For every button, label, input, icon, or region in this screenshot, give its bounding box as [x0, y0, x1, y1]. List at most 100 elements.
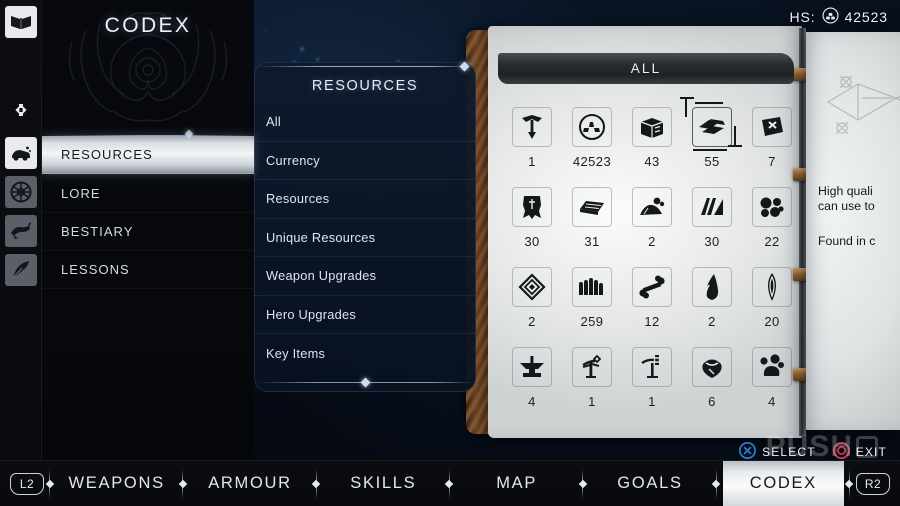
- grid-item[interactable]: 6: [682, 340, 742, 420]
- tab-label: ARMOUR: [208, 474, 292, 492]
- charm-totem-icon: [578, 353, 606, 381]
- grid-item[interactable]: 7: [742, 100, 802, 180]
- ore-pile-icon: [638, 196, 666, 218]
- item-icon-box: [752, 267, 792, 307]
- grid-item[interactable]: 4: [742, 340, 802, 420]
- subcategory-header: RESOURCES: [311, 78, 419, 94]
- item-icon-box: [512, 347, 552, 387]
- grid-item[interactable]: 4: [502, 340, 562, 420]
- item-icon-box: [692, 107, 732, 147]
- grid-item[interactable]: 1: [622, 340, 682, 420]
- grid-item[interactable]: 2: [682, 260, 742, 340]
- rail-item-codex[interactable]: [5, 6, 37, 38]
- subcategory-item-hero-upgrades[interactable]: Hero Upgrades: [254, 296, 476, 334]
- item-quantity: 1: [588, 394, 596, 409]
- grid-item[interactable]: 259: [562, 260, 622, 340]
- hs-counter: HS: 42523: [790, 7, 888, 27]
- item-quantity: 7: [768, 154, 776, 169]
- grid-item[interactable]: 20: [742, 260, 802, 340]
- item-icon-box: [752, 347, 792, 387]
- sidebar-item-lessons[interactable]: LESSONS: [42, 251, 254, 289]
- item-icon-box: [692, 267, 732, 307]
- r2-label: R2: [864, 476, 882, 491]
- subcategory-item-key-items[interactable]: Key Items: [254, 334, 476, 373]
- nav-separator: [177, 468, 189, 499]
- item-quantity: 12: [644, 314, 660, 329]
- item-icon-box: [512, 107, 552, 147]
- circle-button-icon: [832, 442, 850, 462]
- subcategory-item-currency[interactable]: Currency: [254, 142, 476, 180]
- rail-item-dpad[interactable]: [5, 94, 37, 126]
- grid-item[interactable]: 43: [622, 100, 682, 180]
- item-icon-box: [752, 187, 792, 227]
- nav-separator: [444, 468, 456, 499]
- tab-armour[interactable]: ARMOUR: [189, 461, 310, 506]
- rail-item-lessons[interactable]: [5, 254, 37, 286]
- flame-shard-icon: [701, 273, 723, 301]
- grid-item[interactable]: 1: [502, 100, 562, 180]
- nav-separator: [311, 468, 323, 499]
- grid-item[interactable]: 31: [562, 180, 622, 260]
- tab-skills[interactable]: SKILLS: [323, 461, 444, 506]
- l2-label: L2: [19, 476, 35, 491]
- grid-item[interactable]: 30: [682, 180, 742, 260]
- gem-crystal-icon: [761, 272, 783, 302]
- l2-shoulder-button[interactable]: L2: [10, 472, 44, 495]
- cross-button-icon: [739, 442, 757, 462]
- item-quantity: 30: [524, 234, 540, 249]
- tab-weapons[interactable]: WEAPONS: [56, 461, 177, 506]
- tab-goals[interactable]: GOALS: [589, 461, 710, 506]
- tab-label: GOALS: [617, 474, 683, 492]
- exit-prompt[interactable]: EXIT: [832, 442, 887, 462]
- subcategory-item-weapon-upgrades[interactable]: Weapon Upgrades: [254, 257, 476, 296]
- grid-item[interactable]: 1: [562, 340, 622, 420]
- rail-item-resources[interactable]: [5, 137, 37, 169]
- sidebar-item-label: RESOURCES: [61, 147, 153, 162]
- nav-separator: [577, 468, 589, 499]
- sidebar-item-lore[interactable]: LORE: [42, 175, 254, 213]
- rail-item-lore[interactable]: [5, 176, 37, 208]
- grid-item[interactable]: 12: [622, 260, 682, 340]
- item-icon-box: [632, 347, 672, 387]
- subcategory-item-label: Currency: [266, 152, 320, 168]
- grid-item[interactable]: 30: [502, 180, 562, 260]
- rail-item-bestiary[interactable]: [5, 215, 37, 247]
- subcategory-item-label: Key Items: [266, 345, 326, 361]
- sidebar-item-bestiary[interactable]: BESTIARY: [42, 213, 254, 251]
- r2-shoulder-button[interactable]: R2: [855, 472, 890, 495]
- ritual-staff-icon: [638, 353, 666, 381]
- grid-item[interactable]: 2: [502, 260, 562, 340]
- marked-book-icon: [758, 114, 786, 140]
- item-quantity: 1: [528, 154, 536, 169]
- item-detail-panel: High quali can use to Found in c: [812, 26, 900, 424]
- item-quantity: 42523: [572, 154, 612, 169]
- sidebar-item-resources[interactable]: RESOURCES: [42, 136, 254, 174]
- item-quantity: 20: [764, 314, 780, 329]
- nav-separator: [44, 468, 56, 499]
- item-quantity: 4: [768, 394, 776, 409]
- item-quantity: 55: [704, 154, 720, 169]
- item-icon-box: [692, 347, 732, 387]
- subcategory-item-label: Hero Upgrades: [266, 306, 357, 322]
- ore-chunks-icon: [758, 354, 786, 380]
- tab-codex[interactable]: CODEX: [722, 460, 844, 506]
- item-quantity: 43: [644, 154, 660, 169]
- bg-spark: [316, 58, 319, 61]
- subcategory-item-unique-resources[interactable]: Unique Resources: [254, 219, 476, 257]
- detail-paragraph: can use to: [818, 199, 875, 213]
- tab-map[interactable]: MAP: [456, 461, 577, 506]
- subcategory-item-all[interactable]: All: [254, 103, 476, 142]
- shards-icon: [822, 7, 839, 27]
- open-book-icon: [9, 10, 33, 34]
- grid-item[interactable]: 42523: [562, 100, 622, 180]
- grid-item-selected[interactable]: 55: [680, 97, 742, 180]
- item-quantity: 30: [704, 234, 720, 249]
- grid-item[interactable]: 22: [742, 180, 802, 260]
- pouch-icon: [699, 354, 725, 380]
- bg-spark: [264, 30, 266, 32]
- select-prompt[interactable]: SELECT: [739, 442, 816, 462]
- grid-item[interactable]: 2: [622, 180, 682, 260]
- item-quantity: 4: [528, 394, 536, 409]
- subcategory-item-resources[interactable]: Resources: [254, 180, 476, 219]
- sidebar-item-label: BESTIARY: [61, 224, 134, 239]
